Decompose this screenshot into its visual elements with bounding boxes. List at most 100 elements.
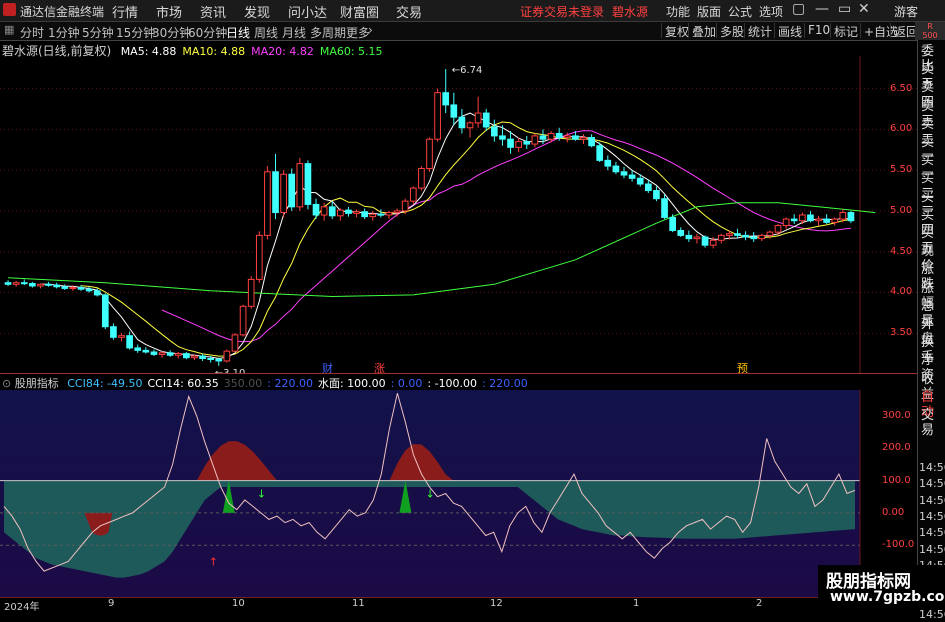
menu-item-layout[interactable]: 版面: [697, 3, 721, 20]
tool-statistics-button[interactable]: 统计: [744, 23, 775, 39]
indicator-legend-item: : 220.00: [267, 377, 313, 390]
menu-item-ask[interactable]: 问小达: [288, 2, 327, 21]
time-axis: 2024年 9 10 11 12 1 2: [0, 597, 917, 613]
period-15min[interactable]: 15分钟: [116, 24, 155, 41]
candle: [742, 231, 749, 241]
candle: [126, 331, 133, 350]
stock-box[interactable]: R 500: [915, 22, 945, 40]
candle: [531, 133, 539, 148]
window-minimize-button[interactable]: —: [815, 1, 829, 17]
candle: [515, 137, 522, 153]
candle: [353, 209, 360, 218]
tool-overlay-button[interactable]: 叠加: [688, 23, 719, 39]
candle: [101, 293, 109, 330]
period-toolbar: ▦ 分时 1分钟 5分钟 15分钟 30分钟 60分钟 日线 周线 月线 多周期…: [0, 22, 945, 41]
indicator-axis-label: 200.0: [882, 442, 911, 454]
candle: [118, 333, 125, 342]
period-1min[interactable]: 1分钟: [48, 24, 80, 41]
candle: [458, 109, 466, 134]
candle: [20, 279, 28, 286]
candle: [434, 88, 441, 142]
period-60min[interactable]: 60分钟: [188, 24, 227, 41]
grid-icon[interactable]: ▦: [4, 23, 14, 36]
candle: [12, 281, 20, 287]
candle: [750, 232, 758, 242]
candle: [717, 233, 725, 244]
candle: [393, 208, 401, 217]
indicator-legend-item: : -100.00: [427, 377, 478, 390]
menu-item-options[interactable]: 选项: [759, 3, 783, 20]
price-axis-label: 6.00: [890, 123, 913, 135]
menu-item-wealth-circle[interactable]: 财富圈: [340, 2, 379, 21]
time-label: 2024年: [4, 602, 40, 613]
candle: [409, 186, 417, 205]
candle: [45, 281, 52, 287]
menu-item-market-quotes[interactable]: 行情: [112, 2, 138, 21]
tool-multi-stock-button[interactable]: 多股: [716, 23, 747, 39]
menu-bar: 通达信金融终端 行情 市场 资讯 发现 问小达 财富圈 交易 证券交易未登录 碧…: [0, 0, 945, 22]
period-monthly[interactable]: 月线: [282, 24, 306, 41]
menu-item-formula[interactable]: 公式: [728, 3, 752, 20]
period-multi[interactable]: 多周期: [310, 24, 346, 41]
buy-arrow-icon: ↑: [209, 555, 218, 568]
pane-divider[interactable]: [0, 373, 917, 374]
candle: [4, 280, 12, 286]
indicator-chart[interactable]: ↑ ↓ ↓: [0, 390, 917, 597]
candle: [450, 92, 458, 126]
more-chevron-icon[interactable]: ›: [368, 23, 373, 37]
candle: [653, 186, 660, 202]
candle: [426, 137, 433, 172]
candle: [255, 231, 263, 283]
app-logo-icon: [3, 3, 16, 16]
guest-label[interactable]: 游客: [894, 3, 918, 20]
tool-f10-button[interactable]: F10: [804, 23, 833, 38]
candle: [150, 349, 158, 357]
side-panel-time: 14:56: [919, 477, 945, 491]
period-more[interactable]: 更多: [346, 24, 370, 41]
candle: [53, 282, 61, 289]
period-5min[interactable]: 5分钟: [82, 24, 114, 41]
candle: [669, 214, 676, 233]
candle: [580, 134, 587, 145]
candle: [620, 166, 628, 179]
period-weekly[interactable]: 周线: [254, 24, 278, 41]
candle: [474, 96, 482, 128]
app-title: 通达信金融终端: [20, 5, 105, 19]
candle: [442, 69, 450, 114]
candle: [361, 208, 368, 220]
candle: [37, 283, 44, 289]
window-restore-button[interactable]: ▢: [792, 1, 805, 17]
indicator-legend: CCI84: -49.50 CCI14: 60.35 350.00: 220.00 水…: [62, 377, 528, 390]
indicator-settings-icon[interactable]: ⊙: [2, 377, 11, 390]
candlestick-chart[interactable]: ←6.74←3.10 财涨预: [0, 56, 917, 374]
indicator-legend-item: : 220.00: [482, 377, 528, 390]
candle: [312, 198, 320, 220]
menu-item-trade[interactable]: 交易: [396, 2, 422, 21]
indicator-name[interactable]: 股朋指标: [15, 377, 59, 390]
menu-item-news[interactable]: 资讯: [200, 2, 226, 21]
candle: [85, 286, 93, 293]
candle: [685, 230, 693, 242]
period-daily[interactable]: 日线: [226, 24, 250, 41]
window-maximize-button[interactable]: ▭: [838, 1, 851, 17]
candle: [29, 281, 36, 288]
indicator-legend-item: 350.00: [223, 377, 263, 390]
candle: [61, 284, 69, 291]
period-intraday[interactable]: 分时: [20, 24, 44, 41]
ma10-line: [80, 121, 851, 357]
menu-item-discover[interactable]: 发现: [244, 2, 270, 21]
side-panel-label[interactable]: 交易: [921, 408, 945, 438]
menu-item-function[interactable]: 功能: [666, 3, 690, 20]
period-30min[interactable]: 30分钟: [152, 24, 191, 41]
tool-draw-button[interactable]: 画线: [774, 23, 805, 39]
candle: [142, 347, 150, 354]
indicator-legend-item: CCI14: 60.35: [147, 377, 219, 390]
candle: [847, 210, 855, 224]
sell-arrow-icon: ↓: [257, 488, 266, 501]
indicator-legend-item: : 0.00: [390, 377, 423, 390]
login-warning[interactable]: 证券交易未登录: [520, 3, 604, 20]
tool-mark-button[interactable]: 标记: [830, 23, 861, 39]
candle: [774, 223, 782, 236]
menu-item-market[interactable]: 市场: [156, 2, 182, 21]
window-close-button[interactable]: ✕: [858, 1, 870, 17]
